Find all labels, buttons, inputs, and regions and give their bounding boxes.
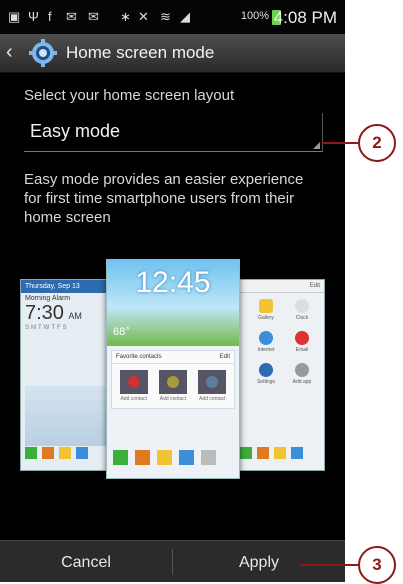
mode-preview-image: Thursday, Sep 13 Morning Alarm 7:30 AM S… [20, 255, 325, 480]
bluetooth-icon: ∗ [120, 9, 131, 24]
preview-right-card: Edit Gallery Clock Internet Email Settin… [235, 279, 325, 471]
email-icon: ✉ [88, 9, 99, 24]
phone-screen: ▣ Ψ f ✉ ✉ ∗ ✕ ≋ ◢ 100% 4:08 PM ‹ Home sc… [0, 0, 345, 582]
mode-description: Easy mode provides an easier experience … [24, 171, 304, 226]
internet-app-icon [76, 447, 88, 459]
app-email: Email [284, 331, 320, 363]
preview-center-card: 12:45 68° Favorite contacts Edit Add con… [106, 259, 240, 479]
gear-icon[interactable] [28, 38, 58, 68]
cancel-button[interactable]: Cancel [0, 541, 172, 582]
contacts-app-icon [42, 447, 54, 459]
home-screen-mode-dropdown[interactable]: Easy mode [24, 113, 323, 152]
mute-icon: ✕ [138, 9, 149, 24]
callout-line-3 [300, 564, 358, 566]
callout-line-2 [322, 142, 358, 144]
page-title: Home screen mode [66, 43, 215, 62]
dropdown-arrow-icon [313, 142, 320, 149]
status-bar: ▣ Ψ f ✉ ✉ ∗ ✕ ≋ ◢ 100% 4:08 PM [0, 0, 345, 34]
preview-date: Thursday, Sep 13 [21, 280, 111, 293]
preview-alarm-label: Morning Alarm [25, 295, 71, 302]
gmail-icon: ✉ [66, 9, 77, 24]
wifi-icon: ≋ [160, 9, 171, 24]
messaging-app-icon [59, 447, 71, 459]
phone-app-icon [25, 447, 37, 459]
title-bar: ‹ Home screen mode [0, 34, 345, 73]
add-contact-slot: Add contact [119, 370, 148, 402]
add-contact-slot: Add contact [158, 370, 187, 402]
bottom-action-bar: Cancel Apply [0, 540, 345, 582]
battery-percent: 100% [240, 10, 269, 22]
app-clock: Clock [284, 299, 320, 331]
app-gallery: Gallery [248, 299, 284, 331]
callout-3: 3 [358, 546, 396, 584]
preview-alarm-time: 7:30 [25, 302, 64, 324]
usb-icon: Ψ [28, 9, 39, 24]
clock: 4:08 PM [273, 8, 337, 27]
facebook-icon: f [48, 9, 52, 24]
apply-button[interactable]: Apply [173, 541, 345, 582]
favorite-contacts-widget: Favorite contacts Edit Add contact Add c… [111, 350, 235, 409]
preview-favorites-edit: Edit [219, 354, 230, 360]
preview-weekdays: SMTWTFS [25, 325, 69, 331]
back-chevron-icon[interactable]: ‹ [6, 41, 13, 64]
app-add: Add app [284, 363, 320, 395]
signal-icon: ◢ [180, 9, 190, 24]
preview-temp: 68° [113, 326, 130, 338]
app-settings: Settings [248, 363, 284, 395]
dropdown-value: Easy mode [30, 121, 121, 141]
preview-right-edit: Edit [236, 280, 324, 293]
app-internet: Internet [248, 331, 284, 363]
preview-alarm-ampm: AM [68, 311, 82, 321]
preview-favorites-label: Favorite contacts [116, 354, 162, 360]
notification-icon: ▣ [8, 9, 21, 24]
preview-left-card: Thursday, Sep 13 Morning Alarm 7:30 AM S… [20, 279, 112, 471]
weather-clock-widget: 12:45 68° [107, 260, 239, 346]
preview-clock: 12:45 [135, 266, 211, 299]
callout-2: 2 [358, 124, 396, 162]
add-contact-slot: Add contact [198, 370, 227, 402]
layout-label: Select your home screen layout [24, 87, 235, 104]
